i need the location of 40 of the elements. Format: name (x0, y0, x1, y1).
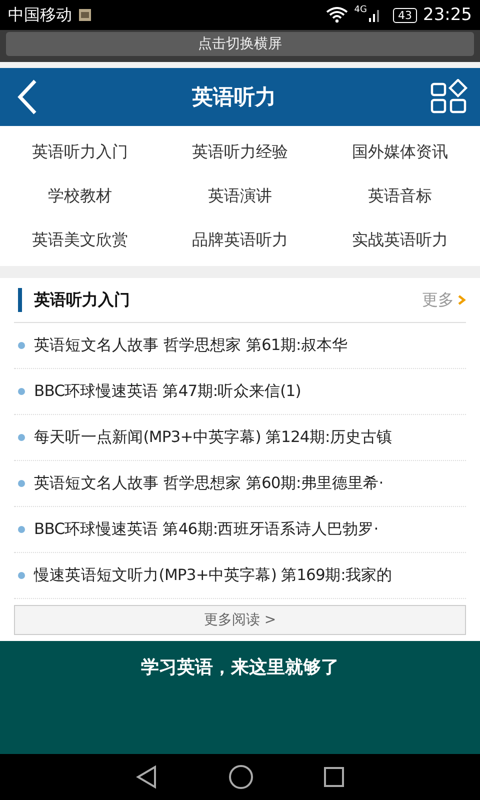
bullet-icon (18, 480, 25, 487)
wifi-icon (326, 7, 348, 23)
battery-level: 43 (393, 8, 417, 22)
clock: 23:25 (423, 5, 472, 25)
category-link[interactable]: 实战英语听力 (320, 218, 480, 262)
gallery-icon (78, 8, 92, 22)
bullet-icon (18, 342, 25, 349)
bullet-icon (18, 526, 25, 533)
promo-text: 学习英语，来这里就够了 (141, 656, 339, 680)
article-link[interactable]: 英语短文名人故事 哲学思想家 第60期:弗里德里希· (34, 473, 384, 494)
bullet-icon (18, 434, 25, 441)
back-icon[interactable] (16, 79, 38, 115)
read-more-button[interactable]: 更多阅读 > (14, 605, 466, 635)
article-link[interactable]: BBC环球慢速英语 第46期:西班牙语系诗人巴勃罗· (34, 519, 378, 540)
section-marker (18, 288, 22, 312)
article-link[interactable]: 慢速英语短文听力(MP3+中英字幕) 第169期:我家的 (34, 565, 392, 586)
category-link[interactable]: 国外媒体资讯 (320, 130, 480, 174)
article-link[interactable]: 每天听一点新闻(MP3+中英字幕) 第124期:历史古镇 (34, 427, 392, 448)
recent-apps-icon[interactable] (323, 766, 346, 788)
page-title: 英语听力 (191, 84, 277, 111)
category-link[interactable]: 英语音标 (320, 174, 480, 218)
bullet-icon (18, 572, 25, 579)
network-type: 4G (354, 5, 367, 15)
chevron-icon (458, 295, 466, 305)
carrier-name: 中国移动 (8, 4, 72, 26)
category-link[interactable]: 学校教材 (0, 174, 160, 218)
category-link[interactable]: 英语听力入门 (0, 130, 160, 174)
home-icon[interactable] (228, 764, 254, 790)
article-link[interactable]: 英语短文名人故事 哲学思想家 第61期:叔本华 (34, 335, 348, 356)
category-link[interactable]: 英语演讲 (160, 174, 320, 218)
category-link[interactable]: 英语听力经验 (160, 130, 320, 174)
article-link[interactable]: BBC环球慢速英语 第47期:听众来信(1) (34, 381, 301, 402)
category-link[interactable]: 品牌英语听力 (160, 218, 320, 262)
signal-icon (369, 8, 381, 22)
category-link[interactable]: 英语美文欣赏 (0, 218, 160, 262)
section-title: 英语听力入门 (34, 290, 131, 310)
back-icon[interactable] (134, 765, 159, 789)
bullet-icon (18, 388, 25, 395)
apps-icon[interactable] (430, 79, 468, 115)
rotate-screen-button[interactable]: 点击切换横屏 (6, 32, 474, 56)
